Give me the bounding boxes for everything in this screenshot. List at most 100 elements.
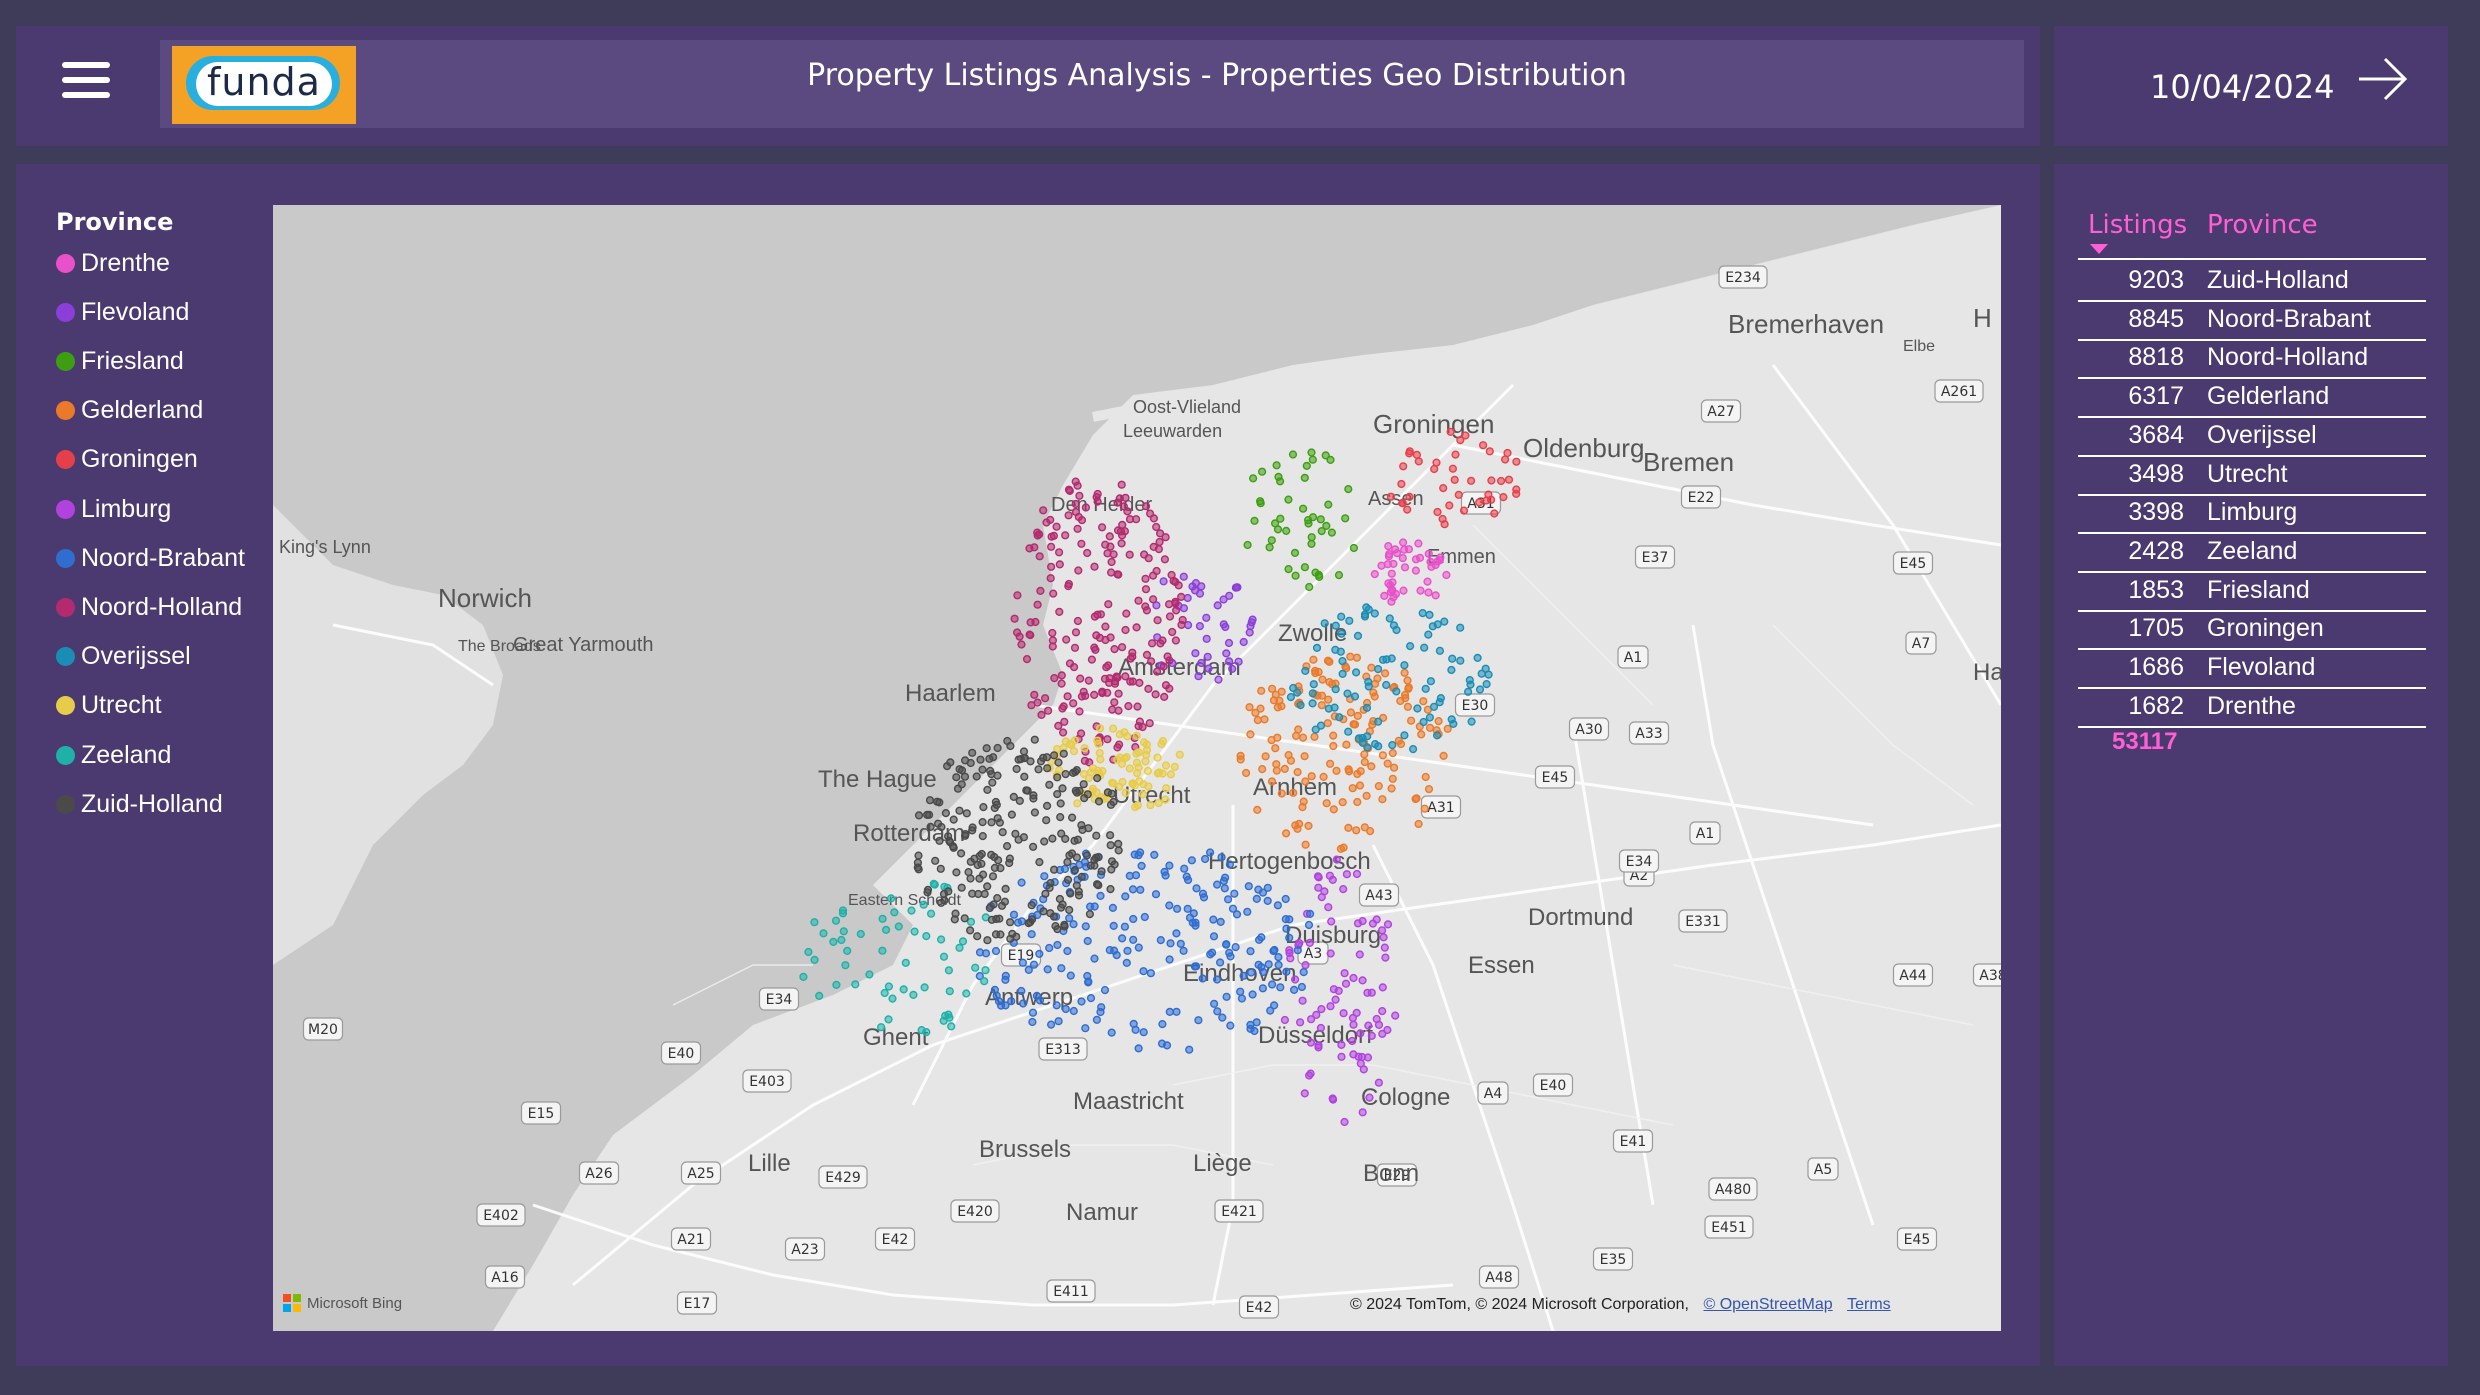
listing-point[interactable]: [1403, 505, 1412, 514]
listing-point[interactable]: [1385, 614, 1394, 623]
listing-point[interactable]: [1183, 904, 1192, 913]
listing-point[interactable]: [1213, 601, 1222, 610]
listing-point[interactable]: [1156, 935, 1165, 945]
listing-point[interactable]: [952, 868, 961, 877]
listing-point[interactable]: [884, 1015, 893, 1024]
listing-point[interactable]: [1436, 694, 1446, 703]
listing-point[interactable]: [964, 867, 973, 877]
listing-point[interactable]: [1177, 592, 1186, 602]
listing-point[interactable]: [1070, 643, 1080, 652]
listing-point[interactable]: [1029, 794, 1038, 803]
listing-point[interactable]: [1028, 1008, 1038, 1017]
listing-point[interactable]: [1404, 683, 1413, 692]
listing-point[interactable]: [1327, 528, 1337, 537]
listing-point[interactable]: [1069, 1006, 1078, 1016]
listing-point[interactable]: [920, 983, 929, 992]
listing-point[interactable]: [1057, 829, 1066, 838]
listing-point[interactable]: [1293, 767, 1302, 777]
listing-point[interactable]: [1309, 680, 1318, 689]
listing-point[interactable]: [1299, 797, 1308, 806]
listing-point[interactable]: [956, 849, 966, 858]
listing-point[interactable]: [1155, 537, 1164, 547]
listing-point[interactable]: [1414, 819, 1423, 829]
listing-point[interactable]: [1057, 671, 1066, 680]
listing-point[interactable]: [1115, 730, 1124, 739]
listing-point[interactable]: [799, 972, 808, 982]
listing-point[interactable]: [1403, 702, 1413, 711]
listing-point[interactable]: [1466, 476, 1476, 485]
listing-point[interactable]: [1122, 609, 1131, 618]
listing-point[interactable]: [1478, 441, 1488, 450]
listing-point[interactable]: [1318, 675, 1327, 684]
listing-point[interactable]: [1097, 523, 1107, 532]
listing-point[interactable]: [1320, 619, 1329, 628]
listing-point[interactable]: [981, 949, 991, 958]
listing-point[interactable]: [960, 772, 970, 781]
listing-point[interactable]: [1362, 791, 1371, 800]
listing-point[interactable]: [1134, 596, 1143, 605]
listing-point[interactable]: [1178, 615, 1187, 625]
listing-point[interactable]: [1010, 614, 1019, 623]
listing-point[interactable]: [1332, 855, 1341, 864]
listing-point[interactable]: [1042, 816, 1051, 825]
listing-point[interactable]: [884, 982, 894, 991]
listing-point[interactable]: [1222, 649, 1231, 658]
listing-point[interactable]: [1212, 975, 1222, 984]
listing-point[interactable]: [1195, 622, 1205, 631]
listing-point[interactable]: [1046, 1020, 1056, 1029]
listing-point[interactable]: [1447, 665, 1456, 675]
listing-point[interactable]: [1421, 772, 1430, 782]
listing-point[interactable]: [1374, 1078, 1384, 1087]
listing-point[interactable]: [1105, 945, 1114, 955]
listing-point[interactable]: [1382, 680, 1391, 690]
listing-point[interactable]: [1427, 562, 1436, 571]
listing-point[interactable]: [1218, 1013, 1227, 1022]
listing-point[interactable]: [804, 947, 813, 957]
listing-point[interactable]: [1305, 938, 1314, 948]
listing-point[interactable]: [1331, 645, 1340, 654]
listing-point[interactable]: [1015, 796, 1024, 806]
listing-point[interactable]: [1171, 636, 1181, 645]
listing-point[interactable]: [1064, 511, 1073, 520]
listing-point[interactable]: [1419, 717, 1428, 727]
listing-point[interactable]: [856, 929, 865, 939]
listing-point[interactable]: [965, 926, 975, 935]
listing-point[interactable]: [936, 935, 946, 944]
listing-point[interactable]: [1062, 635, 1071, 644]
listing-point[interactable]: [1349, 543, 1359, 553]
listing-point[interactable]: [1077, 516, 1087, 525]
listing-point[interactable]: [1063, 692, 1072, 701]
listing-point[interactable]: [990, 985, 1000, 995]
listing-point[interactable]: [1049, 589, 1058, 598]
listing-point[interactable]: [1055, 894, 1065, 904]
listing-point[interactable]: [1300, 563, 1310, 572]
listing-point[interactable]: [1216, 917, 1225, 927]
listing-point[interactable]: [1445, 501, 1454, 510]
listing-point[interactable]: [1307, 539, 1316, 549]
listing-point[interactable]: [1198, 974, 1207, 983]
listing-point[interactable]: [1113, 755, 1122, 764]
listing-point[interactable]: [1092, 631, 1101, 640]
listing-point[interactable]: [1124, 702, 1133, 711]
listing-point[interactable]: [1172, 904, 1182, 913]
listing-point[interactable]: [1288, 450, 1298, 459]
listing-point[interactable]: [1076, 729, 1086, 738]
listing-point[interactable]: [1239, 971, 1248, 980]
listing-point[interactable]: [1183, 593, 1192, 603]
listing-point[interactable]: [1103, 788, 1113, 797]
listing-point[interactable]: [1389, 621, 1399, 630]
listing-point[interactable]: [1438, 514, 1447, 524]
listing-point[interactable]: [1074, 566, 1083, 575]
listing-point[interactable]: [968, 826, 977, 835]
listing-point[interactable]: [1084, 824, 1093, 833]
listing-point[interactable]: [1328, 875, 1337, 885]
listing-point[interactable]: [1293, 946, 1302, 955]
listing-point[interactable]: [1026, 917, 1035, 927]
listing-point[interactable]: [1234, 657, 1243, 666]
listing-point[interactable]: [1396, 739, 1406, 749]
listing-point[interactable]: [1209, 999, 1219, 1008]
listing-point[interactable]: [1352, 653, 1362, 662]
listing-point[interactable]: [1326, 1002, 1335, 1011]
listing-point[interactable]: [1147, 639, 1157, 648]
listing-point[interactable]: [1356, 1029, 1365, 1038]
